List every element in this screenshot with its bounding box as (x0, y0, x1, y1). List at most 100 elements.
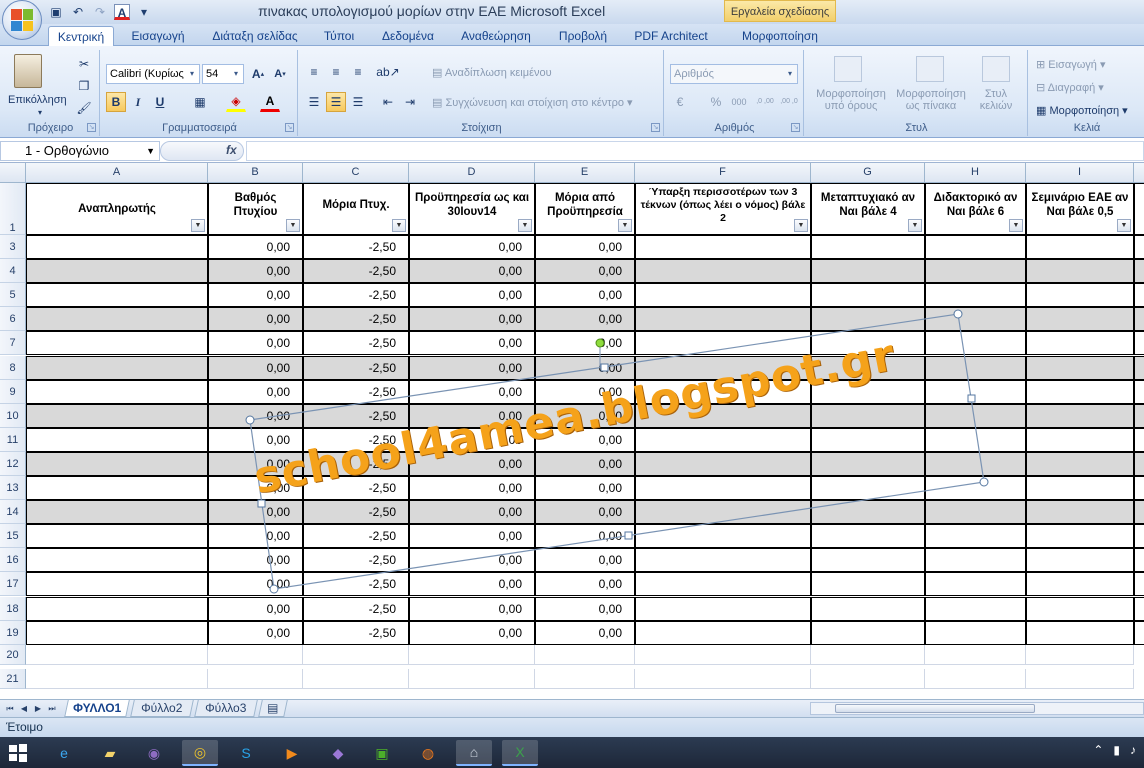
empty-cell[interactable] (409, 644, 535, 665)
orientation-icon[interactable]: ab↗ (376, 62, 399, 82)
table-cell[interactable]: 0,00 (535, 403, 635, 428)
volume-icon[interactable]: ♪ (1130, 743, 1136, 757)
table-cell[interactable] (26, 427, 208, 452)
firefox-icon[interactable]: ◍ (410, 740, 446, 766)
table-cell[interactable] (26, 596, 208, 621)
sheet-tab-2[interactable]: Φύλλο2 (130, 700, 194, 717)
table-cell[interactable]: 0,00 (409, 451, 535, 476)
table-cell[interactable] (925, 620, 1026, 645)
grow-font-icon[interactable]: A ▴ (248, 64, 268, 84)
table-cell[interactable]: 0,00 (535, 307, 635, 332)
column-header-c[interactable]: C (303, 163, 409, 183)
column-header-next[interactable] (1134, 163, 1144, 183)
header-cell[interactable] (1134, 183, 1144, 235)
customize-qat-icon[interactable]: ▾ (136, 4, 152, 20)
table-cell[interactable]: 0,00 (208, 379, 303, 404)
row-header[interactable]: 12 (0, 451, 26, 476)
table-cell[interactable]: 0,00 (535, 259, 635, 284)
table-cell[interactable] (811, 235, 925, 260)
table-cell[interactable]: 0,00 (208, 235, 303, 260)
decrease-decimal-button[interactable]: ,00 ,0 (778, 92, 800, 112)
app-window-icon[interactable]: ⌂ (456, 740, 492, 766)
table-cell[interactable]: 0,00 (409, 548, 535, 573)
table-cell[interactable]: 0,00 (409, 596, 535, 621)
thousands-button[interactable]: 000 (728, 92, 750, 112)
table-cell[interactable] (1026, 451, 1134, 476)
table-cell[interactable] (1134, 620, 1144, 645)
table-cell[interactable] (26, 524, 208, 549)
table-cell[interactable]: -2,50 (303, 524, 409, 549)
table-cell[interactable] (1134, 259, 1144, 284)
table-cell[interactable] (26, 620, 208, 645)
shrink-font-icon[interactable]: A ▾ (270, 64, 290, 84)
table-cell[interactable]: -2,50 (303, 355, 409, 380)
filter-dropdown-icon[interactable]: ▼ (518, 219, 532, 232)
copy-icon[interactable]: ❐ (74, 76, 94, 96)
table-cell[interactable]: 0,00 (535, 235, 635, 260)
row-header[interactable]: 15 (0, 524, 26, 549)
table-cell[interactable]: 0,00 (409, 403, 535, 428)
table-cell[interactable] (1134, 403, 1144, 428)
currency-icon[interactable]: € (670, 92, 690, 112)
clipboard-launcher-icon[interactable]: ↘ (87, 123, 96, 132)
empty-cell[interactable] (303, 644, 409, 665)
worksheet-grid[interactable]: ABCDEFGHI1234567891011121314151617181920… (0, 163, 1144, 699)
table-cell[interactable] (635, 500, 811, 525)
row-header[interactable]: 1 (0, 183, 26, 235)
column-header-e[interactable]: E (535, 163, 635, 183)
insert-function-icon[interactable]: fx (226, 143, 237, 157)
network-icon[interactable]: ▮ (1113, 743, 1120, 757)
horizontal-scrollbar[interactable] (810, 702, 1144, 715)
table-cell[interactable] (925, 403, 1026, 428)
table-cell[interactable]: 0,00 (208, 259, 303, 284)
row-header[interactable]: 17 (0, 572, 26, 597)
table-cell[interactable]: -2,50 (303, 307, 409, 332)
empty-cell[interactable] (635, 668, 811, 689)
table-cell[interactable]: 0,00 (208, 620, 303, 645)
table-cell[interactable] (1026, 355, 1134, 380)
empty-cell[interactable] (409, 668, 535, 689)
table-cell[interactable] (26, 379, 208, 404)
table-cell[interactable]: -2,50 (303, 283, 409, 308)
underline-button[interactable]: U (150, 92, 170, 112)
table-cell[interactable] (1134, 548, 1144, 573)
table-cell[interactable]: 0,00 (409, 476, 535, 501)
empty-cell[interactable] (26, 644, 208, 665)
first-sheet-icon[interactable]: ⏮ (4, 703, 16, 715)
table-cell[interactable]: 0,00 (208, 283, 303, 308)
table-cell[interactable] (925, 355, 1026, 380)
table-cell[interactable]: -2,50 (303, 500, 409, 525)
filter-dropdown-icon[interactable]: ▼ (794, 219, 808, 232)
table-cell[interactable] (635, 355, 811, 380)
empty-cell[interactable] (811, 644, 925, 665)
table-cell[interactable] (925, 379, 1026, 404)
align-top-icon[interactable]: ≡ (304, 62, 324, 82)
table-cell[interactable] (1026, 427, 1134, 452)
empty-cell[interactable] (811, 668, 925, 689)
save-icon[interactable]: ▣ (48, 4, 64, 20)
table-cell[interactable]: 0,00 (535, 476, 635, 501)
alignment-launcher-icon[interactable]: ↘ (651, 123, 660, 132)
empty-cell[interactable] (208, 668, 303, 689)
excel-icon[interactable]: X (502, 740, 538, 766)
table-cell[interactable]: -2,50 (303, 596, 409, 621)
table-cell[interactable] (635, 331, 811, 356)
table-cell[interactable] (26, 259, 208, 284)
empty-cell[interactable] (535, 644, 635, 665)
empty-cell[interactable] (1026, 644, 1134, 665)
header-cell[interactable]: Αναπληρωτής ▼ (26, 183, 208, 235)
prev-sheet-icon[interactable]: ◀ (18, 703, 30, 715)
format-cells-button[interactable]: ▦ Μορφοποίηση ▾ (1036, 104, 1128, 117)
tab-insert[interactable]: Εισαγωγή (122, 26, 194, 46)
row-header[interactable]: 20 (0, 644, 26, 665)
table-cell[interactable] (925, 331, 1026, 356)
table-cell[interactable] (26, 476, 208, 501)
column-header-a[interactable]: A (26, 163, 208, 183)
table-cell[interactable]: -2,50 (303, 548, 409, 573)
filter-dropdown-icon[interactable]: ▼ (191, 219, 205, 232)
align-center-icon[interactable]: ☰ (326, 92, 346, 112)
table-cell[interactable]: 0,00 (208, 355, 303, 380)
visual-studio-icon[interactable]: ◆ (320, 740, 356, 766)
table-cell[interactable]: 0,00 (535, 355, 635, 380)
table-cell[interactable]: 0,00 (535, 620, 635, 645)
